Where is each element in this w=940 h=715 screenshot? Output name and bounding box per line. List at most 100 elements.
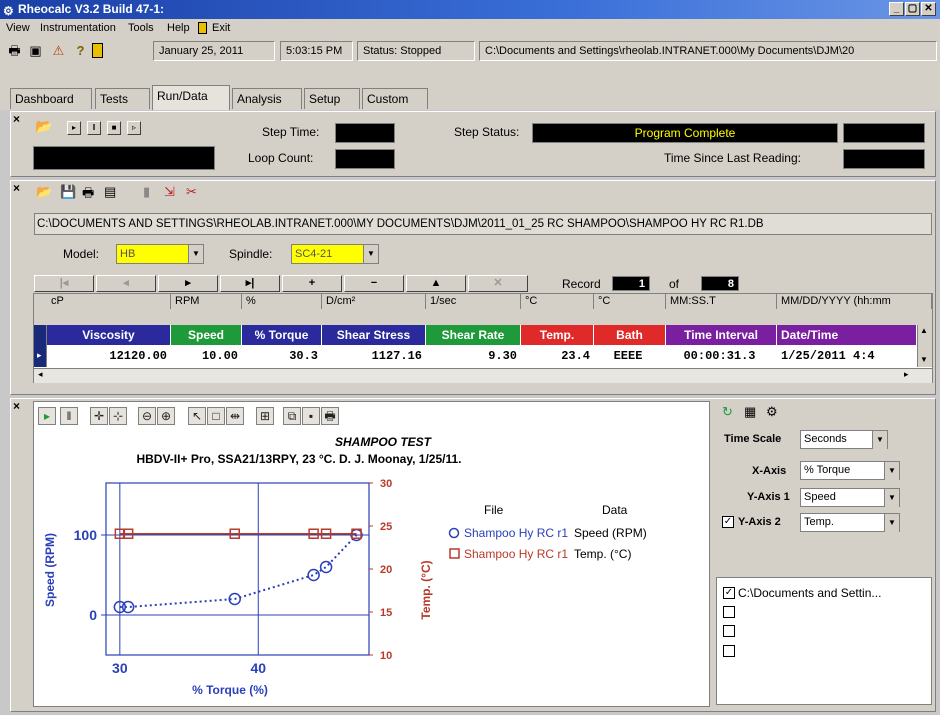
play-icon[interactable]: ▸ [38, 407, 56, 425]
minimize-button[interactable]: _ [889, 2, 904, 16]
print-icon[interactable]: 🖶 [321, 407, 339, 425]
save-icon[interactable]: ▪ [302, 407, 320, 425]
prev-record-button[interactable]: ◂ [96, 275, 156, 292]
cell-bath[interactable]: EEEE [594, 345, 666, 367]
zoom-in-icon[interactable]: ⊕ [157, 407, 175, 425]
next-record-button[interactable]: ▸ [158, 275, 218, 292]
header-time-interval[interactable]: Time Interval [666, 325, 777, 345]
play-button[interactable]: ▸ [67, 121, 81, 135]
file-list-item-1[interactable]: C:\Documents and Settin... [738, 586, 881, 600]
print-icon[interactable]: 🖶 [82, 184, 94, 206]
spindle-select[interactable]: SC4-21 ▼ [291, 244, 379, 264]
menu-exit[interactable]: Exit [212, 19, 230, 37]
file-checkbox-4[interactable] [723, 645, 735, 657]
header-shear-rate[interactable]: Shear Rate [426, 325, 521, 345]
cell-torque[interactable]: 30.3 [242, 345, 322, 367]
header-date-time[interactable]: Date/Time [777, 325, 917, 345]
cell-time-interval[interactable]: 00:00:31.3 [666, 345, 777, 367]
file-checkbox-1[interactable]: ✓ [723, 587, 735, 599]
file-checkbox-2[interactable] [723, 606, 735, 618]
copy-icon[interactable]: ⧉ [283, 407, 301, 425]
grid-icon[interactable]: ▦ [744, 404, 756, 420]
horizontal-scrollbar[interactable] [34, 368, 932, 383]
collapse-icon[interactable]: × [13, 399, 20, 413]
cell-speed[interactable]: 10.00 [171, 345, 242, 367]
collapse-icon[interactable]: × [13, 181, 20, 195]
header-temp[interactable]: Temp. [521, 325, 594, 345]
step-button[interactable]: ▹ [127, 121, 141, 135]
x-axis-select[interactable]: % Torque ▼ [800, 461, 900, 480]
remove-record-button[interactable]: − [344, 275, 404, 292]
unit-cell: °C [521, 294, 594, 309]
properties-icon[interactable]: ⊞ [256, 407, 274, 425]
stop-button[interactable]: ■ [107, 121, 121, 135]
first-record-button[interactable]: |◂ [34, 275, 94, 292]
tab-run-data[interactable]: Run/Data [152, 85, 230, 110]
model-value: HB [120, 248, 136, 260]
pointer-icon[interactable]: ↖ [188, 407, 206, 425]
pause-button[interactable]: ‖ [87, 121, 101, 135]
close-button[interactable]: ✕ [921, 2, 936, 16]
export-icon[interactable]: ⇲ [164, 184, 175, 200]
scroll-left-icon[interactable]: ◂ [38, 369, 43, 380]
printer-icon[interactable]: 🖶 [6, 42, 23, 59]
save-icon[interactable]: 💾 [60, 184, 76, 200]
edit-record-button[interactable]: ▲ [406, 275, 466, 292]
zoom-out-icon[interactable]: ⊖ [138, 407, 156, 425]
cell-temp[interactable]: 23.4 [521, 345, 594, 367]
tab-custom[interactable]: Custom [362, 88, 428, 109]
open-folder-icon[interactable]: 📂 [35, 118, 52, 135]
help-icon[interactable]: ? [72, 42, 89, 59]
legend-data-header: Data [602, 503, 628, 517]
cancel-record-button[interactable]: ✕ [468, 275, 528, 292]
y-axis-1-select[interactable]: Speed ▼ [800, 488, 900, 507]
add-record-button[interactable]: + [282, 275, 342, 292]
file-checkbox-3[interactable] [723, 625, 735, 637]
tab-dashboard[interactable]: Dashboard [10, 88, 92, 109]
rectangle-icon[interactable]: □ [207, 407, 225, 425]
menu-instrumentation[interactable]: Instrumentation [40, 19, 116, 37]
header-bath[interactable]: Bath [594, 325, 666, 345]
header-speed[interactable]: Speed [171, 325, 242, 345]
exit-icon[interactable] [92, 43, 103, 58]
y-axis-2-checkbox[interactable]: ✓ [722, 516, 734, 528]
menu-help[interactable]: Help [167, 19, 190, 37]
header-torque[interactable]: % Torque [242, 325, 322, 345]
pause-icon[interactable]: ‖ [60, 407, 78, 425]
time-scale-select[interactable]: Seconds ▼ [800, 430, 888, 449]
collapse-icon[interactable]: × [13, 112, 20, 126]
refresh-icon[interactable]: ↻ [722, 404, 733, 420]
cell-shear-rate[interactable]: 9.30 [426, 345, 521, 367]
last-record-button[interactable]: ▸| [220, 275, 280, 292]
title-bar: ⚙ Rheocalc V3.2 Build 47-1: [0, 0, 940, 19]
run-status-display [33, 146, 215, 170]
header-shear-stress[interactable]: Shear Stress [322, 325, 426, 345]
maximize-button[interactable]: ▢ [905, 2, 920, 16]
delete-icon[interactable]: ✂ [186, 184, 197, 200]
tab-setup[interactable]: Setup [304, 88, 360, 109]
model-select[interactable]: HB ▼ [116, 244, 204, 264]
bookmark-icon[interactable]: ▮ [143, 184, 150, 200]
tab-tests[interactable]: Tests [95, 88, 150, 109]
window-icon[interactable]: ▣ [27, 42, 44, 59]
record-label: Record [562, 277, 601, 291]
select-area-icon[interactable]: ⊹ [109, 407, 127, 425]
menu-tools[interactable]: Tools [128, 19, 154, 37]
toolbar: 🖶 ▣ ⚠ ? January 25, 2011 5:03:15 PM Stat… [0, 37, 940, 65]
scroll-right-icon[interactable]: ▸ [904, 369, 909, 380]
header-viscosity[interactable]: Viscosity [47, 325, 171, 345]
settings-icon[interactable]: ⚙ [766, 404, 778, 420]
fit-icon[interactable]: ⇹ [226, 407, 244, 425]
cell-viscosity[interactable]: 12120.00 [47, 345, 171, 367]
scroll-up-icon[interactable]: ▲ [920, 326, 928, 335]
scroll-down-icon[interactable]: ▼ [920, 355, 928, 364]
tab-analysis[interactable]: Analysis [232, 88, 302, 109]
open-folder-icon[interactable]: 📂 [36, 184, 52, 200]
document-icon[interactable]: ▤ [104, 184, 116, 200]
menu-view[interactable]: View [6, 19, 30, 37]
crosshair-icon[interactable]: ✛ [90, 407, 108, 425]
warning-icon[interactable]: ⚠ [50, 42, 67, 59]
cell-shear-stress[interactable]: 1127.16 [322, 345, 426, 367]
y-axis-2-select[interactable]: Temp. ▼ [800, 513, 900, 532]
cell-date-time[interactable]: 1/25/2011 4:4 [777, 345, 917, 367]
